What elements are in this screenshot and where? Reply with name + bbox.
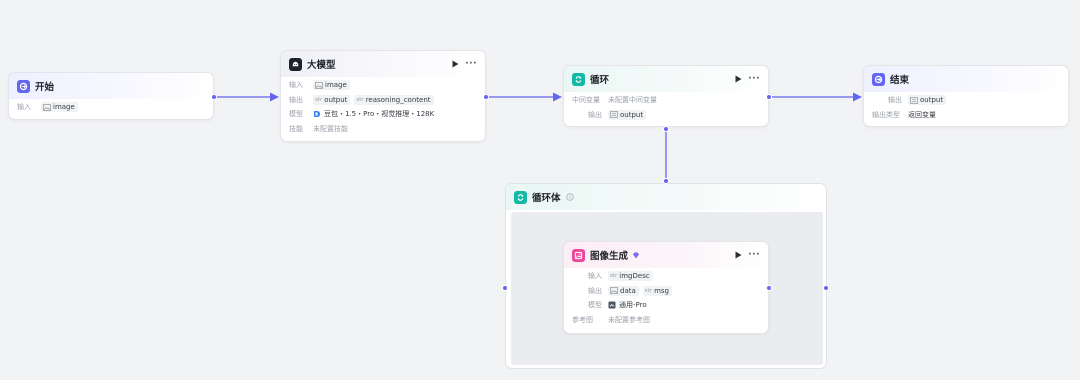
loop-body-inner-output-port[interactable] [823,285,829,291]
image-gen-input-label: 输入 [588,272,602,281]
loop-intermediate-value: 未配置中间变量 [608,96,657,105]
loop-output-chip: output [608,109,647,120]
llm-node-title: 大模型 [307,60,336,71]
llm-skill-value: 未配置技能 [313,124,348,133]
start-icon [17,79,30,93]
end-output-type-value: 返回变量 [908,110,936,119]
run-icon[interactable] [734,75,742,83]
image-gen-node-header: 图像生成 ··· [564,242,768,268]
start-output-port[interactable] [211,94,217,100]
loop-output-value: output [620,110,644,119]
doubao-model-icon [314,111,320,118]
llm-output-name: reasoning_content [365,95,431,104]
loop-node-title: 循环 [590,75,610,86]
more-icon[interactable]: ··· [465,60,477,69]
loop-body-header: 循环体 [506,184,826,210]
llm-output-label: 输出 [289,95,303,104]
image-gen-output-port[interactable] [766,285,772,291]
output-type: str [315,96,323,103]
image-gen-output-name: msg [654,286,669,295]
image-gen-output-label: 输出 [588,286,602,295]
image-gen-output-chip: str msg [642,285,672,296]
loop-body-title: 循环体 [532,193,561,204]
end-node-header: 结束 [864,66,1068,92]
llm-output-chip: str reasoning_content [354,94,434,105]
llm-node[interactable]: 大模型 ··· 输入 image 输出 str output str reaso… [280,50,486,142]
input-type: str [610,273,618,280]
loop-node-header: 循环 ··· [564,66,768,92]
llm-icon [289,57,302,71]
end-output-chip: output [908,95,947,106]
loop-body-inner-input-port[interactable] [502,285,508,291]
more-icon[interactable]: ··· [748,75,760,84]
image-type-icon [315,81,323,89]
end-output-label: 输出 [888,96,902,105]
image-gen-ref-value: 未配置参考图 [608,315,650,324]
llm-output-port[interactable] [483,94,489,100]
output-type: str [644,287,653,294]
loop-icon [514,190,527,204]
loop-intermediate-label: 中间变量 [572,96,600,105]
run-icon[interactable] [451,60,459,68]
start-input-chip: image [41,102,78,113]
image-type-icon [43,103,51,111]
image-gen-icon [572,248,585,262]
image-gen-model-label: 模型 [588,301,602,310]
image-gen-title: 图像生成 [590,251,629,262]
list-type-icon [910,96,918,104]
start-input-label: 输入 [17,103,31,112]
end-node-title: 结束 [890,75,910,86]
list-type-icon [610,111,618,119]
info-icon[interactable] [565,193,574,201]
image-gen-model-value: 通用-Pro [619,301,647,310]
more-icon[interactable]: ··· [748,251,760,260]
image-gen-ref-label: 参考图 [572,315,593,324]
llm-model-label: 模型 [289,110,303,119]
image-gen-node[interactable]: 图像生成 ··· 输入 str imgDesc 输出 data str msg … [563,241,769,334]
output-type: str [356,96,364,103]
llm-skill-label: 技能 [289,124,303,133]
start-node[interactable]: 开始 输入 image [8,72,214,120]
start-node-header: 开始 [9,73,213,99]
loop-node[interactable]: 循环 ··· 中间变量 未配置中间变量 输出 output [563,65,769,127]
start-input-value: image [53,103,75,112]
loop-body-port-top[interactable] [663,126,669,132]
premium-diamond-icon [632,252,640,259]
start-node-title: 开始 [35,82,55,93]
loop-output-port[interactable] [766,94,772,100]
end-node[interactable]: 结束 输出 output 输出类型 返回变量 [863,65,1069,127]
end-output-value: output [920,96,944,105]
llm-node-header: 大模型 ··· [281,51,485,77]
loop-body-port-bottom[interactable] [663,178,669,184]
run-icon[interactable] [734,251,742,259]
llm-model-value: 豆包・1.5・Pro・视觉推理・128K [324,110,435,119]
image-gen-output-chip: data [608,285,639,296]
model-icon [608,301,616,309]
end-icon [872,72,885,86]
image-type-icon [610,287,618,295]
image-gen-input-chip: str imgDesc [608,271,653,282]
llm-input-chip: image [313,80,350,91]
llm-output-name: output [324,95,348,104]
image-gen-output-name: data [620,286,636,295]
loop-output-label: 输出 [588,110,602,119]
llm-input-value: image [325,81,347,90]
workflow-canvas[interactable]: 开始 输入 image 大模型 ··· 输入 image 输出 str outp… [0,0,1080,380]
loop-icon [572,72,585,86]
end-output-type-label: 输出类型 [872,110,900,119]
llm-output-chip: str output [313,94,351,105]
image-gen-input-name: imgDesc [619,272,650,281]
llm-input-label: 输入 [289,81,303,90]
